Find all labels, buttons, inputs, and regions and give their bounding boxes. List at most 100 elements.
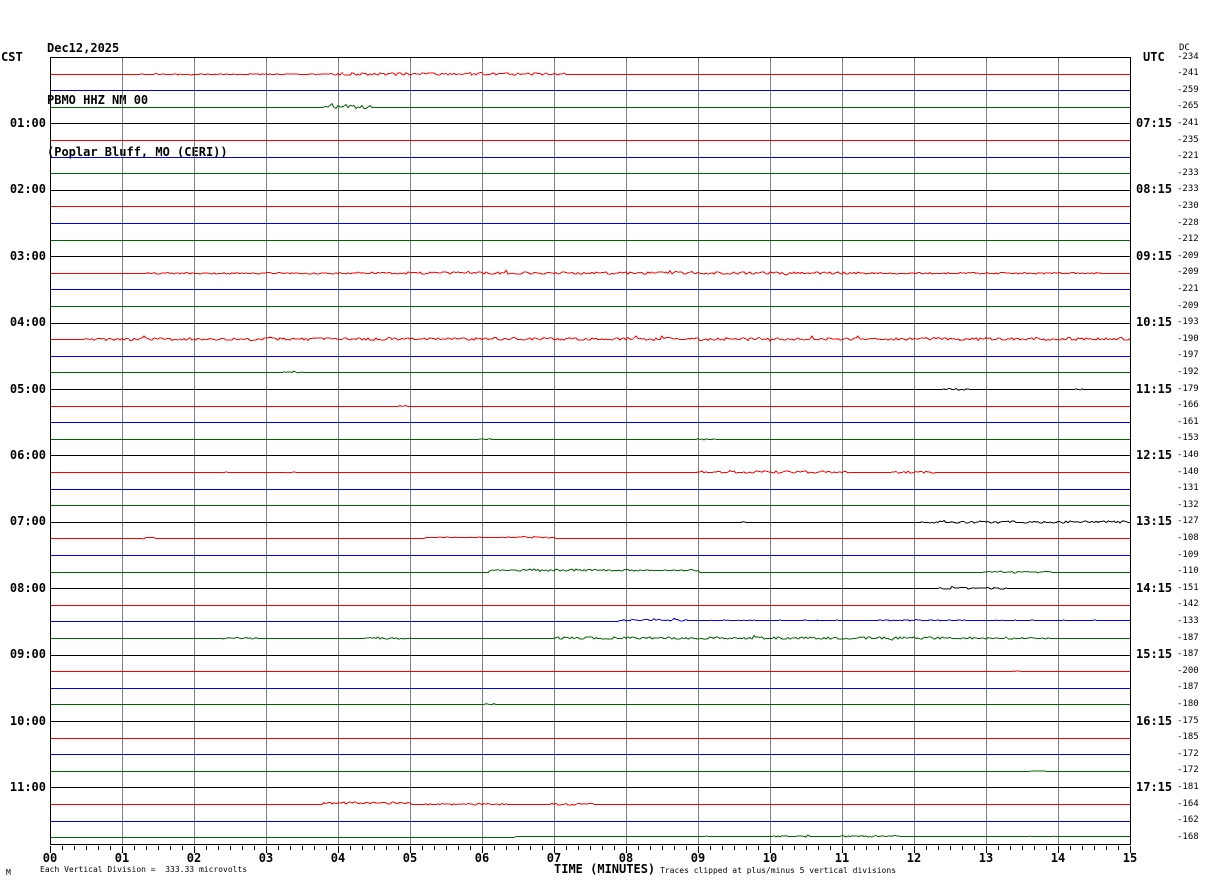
dc-value-row-00:30: -259 <box>1177 84 1199 95</box>
dc-value-row-11:30: -162 <box>1177 815 1199 826</box>
dc-value-row-09:00: -187 <box>1177 649 1199 660</box>
dc-value-row-03:00: -209 <box>1177 250 1199 261</box>
dc-value-row-00:00: -234 <box>1177 51 1199 62</box>
x-tick-label-05: 05 <box>402 851 418 865</box>
x-tick-label-03: 03 <box>258 851 274 865</box>
left-timezone-label: CST <box>1 50 23 64</box>
right-timezone-label: UTC <box>1143 50 1165 64</box>
trace-0015-red <box>50 71 1130 77</box>
dc-value-row-04:15: -190 <box>1177 333 1199 344</box>
dc-value-row-11:15: -164 <box>1177 798 1199 809</box>
dc-value-row-00:45: -265 <box>1177 101 1199 112</box>
trace-0045-green <box>50 102 1130 110</box>
trace-1115-red <box>50 801 1130 806</box>
left-hour-label-04:00: 04:00 <box>9 315 46 330</box>
x-tick-label-15: 15 <box>1122 851 1138 865</box>
dc-value-row-01:00: -241 <box>1177 117 1199 128</box>
x-axis-ticks <box>50 846 1131 853</box>
dc-value-row-07:30: -109 <box>1177 549 1199 560</box>
trace-0945-green <box>50 703 1130 706</box>
dc-value-row-04:45: -192 <box>1177 366 1199 377</box>
trace-0700-black <box>50 519 1130 524</box>
dc-value-row-02:30: -228 <box>1177 217 1199 228</box>
dc-value-row-08:00: -151 <box>1177 582 1199 593</box>
x-axis-title: TIME (MINUTES) <box>554 862 656 876</box>
dc-value-row-11:00: -181 <box>1177 781 1199 792</box>
trace-0915-red <box>50 670 1130 673</box>
x-tick-label-10: 10 <box>762 851 778 865</box>
x-tick-label-13: 13 <box>978 851 994 865</box>
trace-0415-red <box>50 334 1131 342</box>
dc-value-row-08:15: -142 <box>1177 599 1199 610</box>
dc-value-row-01:30: -221 <box>1177 151 1199 162</box>
left-hour-label-01:00: 01:00 <box>9 115 46 130</box>
dc-value-row-07:00: -127 <box>1177 516 1199 527</box>
trace-0500-black <box>50 387 1130 391</box>
dc-value-row-06:15: -140 <box>1177 466 1199 477</box>
trace-0545-green <box>50 438 1130 441</box>
left-hour-label-10:00: 10:00 <box>9 713 46 728</box>
dc-value-row-10:00: -175 <box>1177 715 1199 726</box>
trace-0845-green <box>50 634 1130 641</box>
trace-0715-red <box>50 535 1130 540</box>
dc-value-row-01:15: -235 <box>1177 134 1199 145</box>
dc-value-row-07:15: -108 <box>1177 532 1199 543</box>
seismogram-plot <box>50 57 1131 845</box>
dc-value-row-10:30: -172 <box>1177 748 1199 759</box>
trace-0800-black <box>50 585 1130 590</box>
trace-0615-red <box>50 470 1130 474</box>
dc-value-row-03:45: -209 <box>1177 300 1199 311</box>
watermark-glyph: M <box>6 868 11 877</box>
dc-value-row-04:30: -197 <box>1177 350 1199 361</box>
x-tick-label-00: 00 <box>42 851 58 865</box>
dc-value-row-06:45: -132 <box>1177 499 1199 510</box>
x-tick-label-09: 09 <box>690 851 706 865</box>
dc-value-row-11:45: -168 <box>1177 831 1199 842</box>
dc-value-row-07:45: -110 <box>1177 566 1199 577</box>
dc-value-row-05:00: -179 <box>1177 383 1199 394</box>
trace-1045-green <box>50 770 1130 772</box>
trace-0515-red <box>50 405 1130 407</box>
left-hour-label-11:00: 11:00 <box>9 779 46 794</box>
dc-value-row-03:30: -221 <box>1177 283 1199 294</box>
plot-date: Dec12,2025 <box>47 41 120 55</box>
left-hour-label-07:00: 07:00 <box>9 514 46 529</box>
dc-value-row-06:00: -140 <box>1177 449 1199 460</box>
trace-0745-green <box>50 568 1130 574</box>
dc-value-row-00:15: -241 <box>1177 68 1199 79</box>
dc-value-row-05:15: -166 <box>1177 400 1199 411</box>
dc-value-row-02:00: -233 <box>1177 184 1199 195</box>
dc-value-row-08:30: -133 <box>1177 615 1199 626</box>
left-hour-label-03:00: 03:00 <box>9 248 46 263</box>
dc-value-row-08:45: -187 <box>1177 632 1199 643</box>
dc-value-row-01:45: -233 <box>1177 167 1199 178</box>
x-tick-label-04: 04 <box>330 851 346 865</box>
x-tick-label-06: 06 <box>474 851 490 865</box>
left-hour-label-09:00: 09:00 <box>9 647 46 662</box>
dc-value-row-05:45: -153 <box>1177 433 1199 444</box>
plot-frame <box>50 57 1131 845</box>
scale-note: Each Vertical Division = 333.33 microvol… <box>40 865 248 874</box>
trace-1145-green <box>50 834 1131 838</box>
heliplot-page: Dec12,2025 PBMO HHZ NM 00 (Poplar Bluff,… <box>0 0 1210 886</box>
dc-value-row-02:45: -212 <box>1177 234 1199 245</box>
left-hour-label-02:00: 02:00 <box>9 182 46 197</box>
trace-0830-blue <box>50 617 1131 622</box>
dc-value-row-09:45: -180 <box>1177 698 1199 709</box>
x-tick-label-11: 11 <box>834 851 850 865</box>
left-hour-label-05:00: 05:00 <box>9 381 46 396</box>
dc-value-row-06:30: -131 <box>1177 483 1199 494</box>
dc-value-row-04:00: -193 <box>1177 317 1199 328</box>
dc-value-row-10:15: -185 <box>1177 732 1199 743</box>
x-tick-label-01: 01 <box>114 851 130 865</box>
x-tick-label-14: 14 <box>1050 851 1066 865</box>
left-hour-label-08:00: 08:00 <box>9 580 46 595</box>
x-tick-label-02: 02 <box>186 851 202 865</box>
clip-note: Traces clipped at plus/minus 5 vertical … <box>660 866 897 875</box>
dc-value-row-02:15: -230 <box>1177 200 1199 211</box>
dc-value-row-03:15: -209 <box>1177 267 1199 278</box>
dc-value-row-09:15: -200 <box>1177 665 1199 676</box>
dc-value-row-10:45: -172 <box>1177 765 1199 776</box>
trace-0445-green <box>50 370 1130 374</box>
trace-0315-red <box>50 269 1130 276</box>
